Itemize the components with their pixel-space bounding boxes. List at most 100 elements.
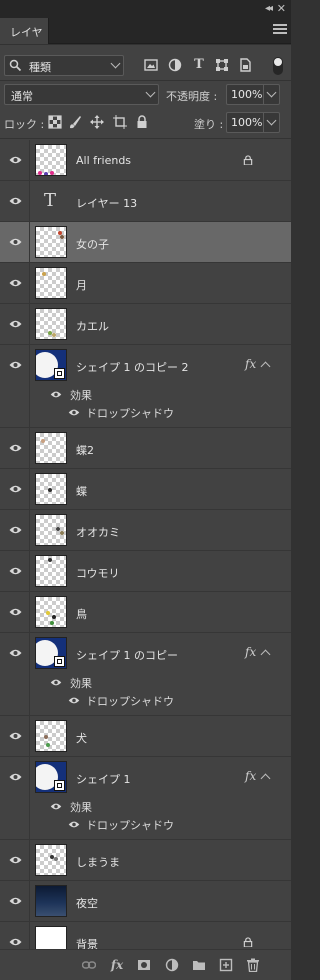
layer-row[interactable]: 月 xyxy=(0,263,291,304)
eye-icon[interactable] xyxy=(9,897,22,905)
effect-visibility-icon[interactable] xyxy=(68,821,80,828)
collapse-effects-icon[interactable] xyxy=(260,773,271,784)
layer-row[interactable]: 鳥 xyxy=(0,592,291,633)
layer-name[interactable]: カエル xyxy=(76,318,109,334)
layer-row[interactable]: シェイプ 1 のコピー fx 効果 ドロップシャドウ xyxy=(0,633,291,716)
layer-thumbnail[interactable] xyxy=(35,349,67,381)
layer-name[interactable]: シェイプ 1 xyxy=(76,771,131,787)
layer-row[interactable]: 犬 xyxy=(0,716,291,757)
layer-name[interactable]: 犬 xyxy=(76,730,87,746)
tab-layers[interactable]: レイヤー xyxy=(0,18,49,55)
effects-visibility-icon[interactable] xyxy=(50,803,62,810)
eye-icon[interactable] xyxy=(9,526,22,534)
effect-visibility-icon[interactable] xyxy=(68,409,80,416)
layer-row[interactable]: 蝶2 xyxy=(0,428,291,469)
filter-smart-object-icon[interactable] xyxy=(238,58,252,72)
layer-row[interactable]: コウモリ xyxy=(0,551,291,592)
eye-icon[interactable] xyxy=(9,732,22,740)
lock-artboard-icon[interactable] xyxy=(113,115,127,129)
filter-shape-layers-icon[interactable] xyxy=(215,58,229,72)
layer-row[interactable]: 蝶 xyxy=(0,469,291,510)
layer-name[interactable]: 月 xyxy=(76,277,87,293)
opacity-dropdown-button[interactable] xyxy=(263,85,279,104)
layer-row[interactable]: 女の子 xyxy=(0,222,291,263)
visibility-toggle[interactable] xyxy=(0,428,30,468)
layer-row[interactable]: シェイプ 1 のコピー 2 fx 効果 ドロップシャドウ xyxy=(0,345,291,428)
layer-thumbnail[interactable] xyxy=(35,432,67,464)
collapse-panels-icon[interactable]: ◂◂ xyxy=(265,3,273,14)
layer-name[interactable]: 鳥 xyxy=(76,606,87,622)
visibility-toggle[interactable] xyxy=(0,469,30,509)
layer-thumbnail[interactable] xyxy=(35,844,67,876)
eye-icon[interactable] xyxy=(9,320,22,328)
link-layers-icon[interactable] xyxy=(82,958,96,972)
eye-icon[interactable] xyxy=(9,649,22,657)
visibility-toggle[interactable] xyxy=(0,263,30,303)
visibility-toggle[interactable] xyxy=(0,181,30,221)
eye-icon[interactable] xyxy=(9,238,22,246)
layer-row[interactable]: 夜空 xyxy=(0,881,291,922)
layer-row[interactable]: オオカミ xyxy=(0,510,291,551)
effect-name[interactable]: ドロップシャドウ xyxy=(86,405,174,421)
layer-name[interactable]: シェイプ 1 のコピー 2 xyxy=(76,359,189,375)
layer-name[interactable]: シェイプ 1 のコピー xyxy=(76,647,178,663)
new-layer-icon[interactable] xyxy=(219,958,233,972)
layer-name[interactable]: 蝶2 xyxy=(76,442,94,458)
layer-thumbnail[interactable] xyxy=(35,761,67,793)
visibility-toggle[interactable] xyxy=(0,140,30,180)
effect-visibility-icon[interactable] xyxy=(68,697,80,704)
layer-row[interactable]: T レイヤー 13 xyxy=(0,181,291,222)
layer-thumbnail[interactable] xyxy=(35,144,67,176)
layer-thumbnail[interactable] xyxy=(35,514,67,546)
new-group-icon[interactable] xyxy=(192,958,206,972)
eye-icon[interactable] xyxy=(9,361,22,369)
lock-image-pixels-icon[interactable] xyxy=(68,115,82,129)
layer-row[interactable]: All friends xyxy=(0,140,291,181)
new-adjustment-layer-icon[interactable] xyxy=(165,958,179,972)
layer-thumbnail[interactable] xyxy=(35,596,67,628)
filter-toggle-switch[interactable] xyxy=(273,57,283,75)
layer-name[interactable]: オオカミ xyxy=(76,524,120,540)
filter-type-layers-icon[interactable]: T xyxy=(192,58,206,72)
visibility-toggle[interactable] xyxy=(0,633,30,715)
eye-icon[interactable] xyxy=(9,856,22,864)
effect-name[interactable]: ドロップシャドウ xyxy=(86,693,174,709)
panel-menu-icon[interactable] xyxy=(273,22,287,36)
fill-field[interactable]: 100% xyxy=(226,112,280,133)
layer-name[interactable]: レイヤー 13 xyxy=(76,195,137,211)
collapse-effects-icon[interactable] xyxy=(260,361,271,372)
blend-mode-select[interactable]: 通常 xyxy=(4,84,159,105)
layer-name[interactable]: 蝶 xyxy=(76,483,87,499)
layer-name[interactable]: 夜空 xyxy=(76,895,98,911)
close-panel-icon[interactable]: ✕ xyxy=(277,2,286,15)
layer-thumbnail[interactable] xyxy=(35,720,67,752)
effects-visibility-icon[interactable] xyxy=(50,391,62,398)
visibility-toggle[interactable] xyxy=(0,881,30,921)
fill-dropdown-button[interactable] xyxy=(263,113,279,132)
layer-thumbnail[interactable] xyxy=(35,885,67,917)
filter-kind-select[interactable]: 種類 xyxy=(4,55,124,76)
eye-icon[interactable] xyxy=(9,156,22,164)
visibility-toggle[interactable] xyxy=(0,757,30,839)
layer-thumbnail[interactable] xyxy=(35,267,67,299)
effects-visibility-icon[interactable] xyxy=(50,679,62,686)
visibility-toggle[interactable] xyxy=(0,510,30,550)
add-layer-mask-icon[interactable] xyxy=(137,958,151,972)
lock-position-icon[interactable] xyxy=(90,115,104,129)
layer-row[interactable]: しまうま xyxy=(0,840,291,881)
eye-icon[interactable] xyxy=(9,444,22,452)
layer-name[interactable]: コウモリ xyxy=(76,565,120,581)
layer-row[interactable]: カエル xyxy=(0,304,291,345)
lock-transparent-pixels-icon[interactable] xyxy=(48,115,62,129)
visibility-toggle[interactable] xyxy=(0,551,30,591)
layer-thumbnail[interactable] xyxy=(35,637,67,669)
collapse-effects-icon[interactable] xyxy=(260,649,271,660)
eye-icon[interactable] xyxy=(9,279,22,287)
lock-all-icon[interactable] xyxy=(135,115,149,129)
visibility-toggle[interactable] xyxy=(0,304,30,344)
visibility-toggle[interactable] xyxy=(0,592,30,632)
eye-icon[interactable] xyxy=(9,608,22,616)
delete-layer-icon[interactable] xyxy=(246,958,260,972)
visibility-toggle[interactable] xyxy=(0,345,30,427)
opacity-field[interactable]: 100% xyxy=(226,84,280,105)
